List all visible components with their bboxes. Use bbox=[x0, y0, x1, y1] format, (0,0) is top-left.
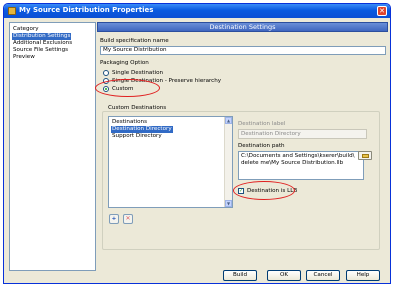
destination-label-field: Destination Directory bbox=[238, 129, 367, 139]
plus-icon[interactable]: + bbox=[109, 214, 119, 224]
window-title: My Source Distribution Properties bbox=[19, 6, 154, 14]
folder-icon bbox=[362, 154, 369, 158]
delete-icon[interactable]: ✕ bbox=[123, 214, 133, 224]
cancel-button[interactable]: Cancel bbox=[306, 270, 340, 281]
list-item[interactable]: Destination Directory bbox=[111, 126, 173, 133]
scroll-down-icon[interactable]: ▼ bbox=[225, 200, 232, 207]
build-button[interactable]: Build bbox=[223, 270, 257, 281]
list-scrollbar[interactable]: ▲ ▼ bbox=[224, 117, 232, 207]
ok-button[interactable]: OK bbox=[267, 270, 301, 281]
sidebar-item-preview[interactable]: Preview bbox=[12, 54, 36, 61]
properties-window: My Source Distribution Properties ✕ Cate… bbox=[3, 3, 391, 284]
packaging-option-label: Packaging Option bbox=[100, 60, 149, 66]
close-icon[interactable]: ✕ bbox=[377, 6, 387, 16]
destination-path-caption: Destination path bbox=[238, 143, 285, 149]
radio-single-destination[interactable] bbox=[103, 70, 109, 76]
browse-button[interactable] bbox=[358, 151, 372, 160]
sidebar-item-additional-exclusions[interactable]: Additional Exclusions bbox=[12, 40, 73, 47]
help-button[interactable]: Help bbox=[346, 270, 380, 281]
sidebar-item-distribution-settings[interactable]: Distribution Settings bbox=[12, 33, 72, 40]
category-list[interactable]: Category Distribution Settings Additiona… bbox=[9, 22, 96, 271]
destination-label-caption: Destination label bbox=[238, 121, 286, 127]
build-spec-label: Build specification name bbox=[100, 38, 169, 44]
list-item[interactable]: Destinations bbox=[111, 119, 148, 126]
single-destination-label: Single Destination bbox=[112, 70, 164, 76]
sidebar-item-source-file-settings[interactable]: Source File Settings bbox=[12, 47, 69, 54]
custom-destinations-label: Custom Destinations bbox=[107, 105, 168, 111]
app-icon bbox=[8, 7, 16, 15]
llb-highlight-ellipse bbox=[233, 181, 295, 200]
title-bar[interactable]: My Source Distribution Properties ✕ bbox=[4, 4, 390, 18]
destination-path-field[interactable]: C:\Documents and Settings\kserer\build\ … bbox=[238, 151, 364, 180]
list-item[interactable]: Support Directory bbox=[111, 133, 163, 140]
destination-path-line-2: delete me\My Source Distribution.llb bbox=[241, 159, 344, 166]
sidebar-item-category[interactable]: Category bbox=[12, 26, 40, 33]
destination-path-line-1: C:\Documents and Settings\kserer\build\ bbox=[241, 153, 355, 159]
scroll-up-icon[interactable]: ▲ bbox=[225, 117, 232, 124]
destinations-list[interactable]: Destinations Destination Directory Suppo… bbox=[108, 116, 233, 208]
custom-highlight-ellipse bbox=[95, 79, 160, 97]
build-spec-name-field[interactable]: My Source Distribution bbox=[100, 46, 386, 55]
panel-title: Destination Settings bbox=[97, 22, 388, 32]
